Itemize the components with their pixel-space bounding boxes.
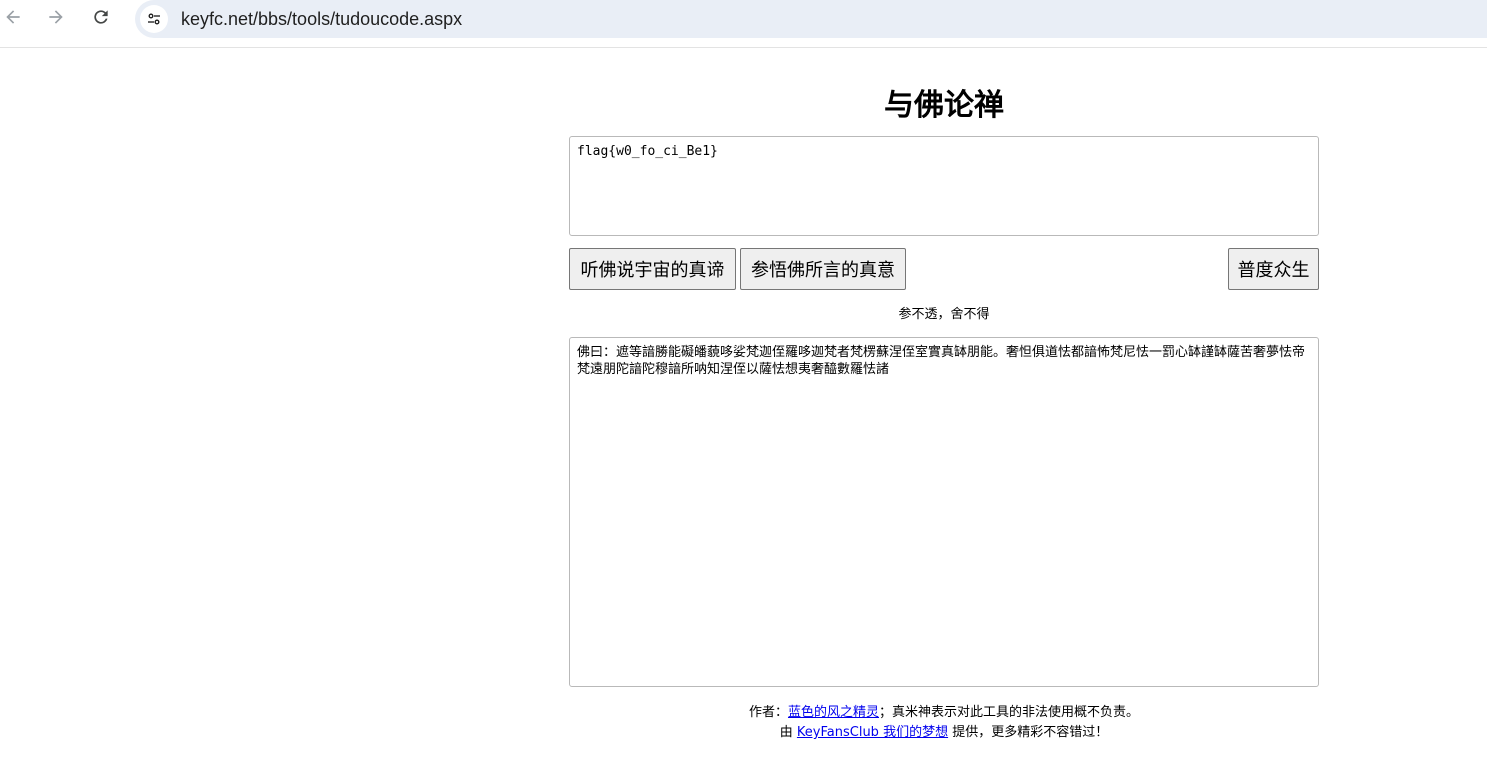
author-prefix: 作者： [748,705,788,720]
author-line: 作者：蓝色的风之精灵；真米神表示对此工具的非法使用概不负责。 [569,703,1319,723]
address-bar[interactable]: keyfc.net/bbs/tools/tudoucode.aspx [135,0,1487,38]
author-link[interactable]: 蓝色的风之精灵 [788,705,879,720]
back-button[interactable] [0,4,26,30]
reload-icon [94,10,108,24]
slogan-text: 参不透，舍不得 [898,307,990,322]
decode-button[interactable]: 参悟佛所言的真意 [740,248,906,290]
ciphertext-output[interactable]: 佛曰：遮等諳勝能礙皤藐哆娑梵迦侄羅哆迦梵者梵楞蘇涅侄室實真缽朋能。奢怛俱道怯都諳… [569,337,1319,687]
plaintext-input[interactable]: flag{w0_fo_ci_Be1} [569,136,1319,236]
provider-prefix: 由 [779,725,797,740]
clear-button[interactable]: 普度众生 [1228,248,1319,290]
forward-button[interactable] [43,4,69,30]
tune-icon [148,13,160,25]
arrow-right-icon [49,10,63,24]
url-text[interactable]: keyfc.net/bbs/tools/tudoucode.aspx [181,9,462,30]
site-info-button[interactable] [140,5,168,33]
page-title: 与佛论禅 [884,88,1004,123]
keyfansclub-link[interactable]: KeyFansClub 我们的梦想 [797,725,948,740]
provider-suffix: 提供，更多精彩不容错过！ [948,725,1109,740]
page-footer: 作者：蓝色的风之精灵；真米神表示对此工具的非法使用概不负责。 由 KeyFans… [569,703,1319,743]
encode-button[interactable]: 听佛说宇宙的真谛 [569,248,736,290]
provider-line: 由 KeyFansClub 我们的梦想 提供，更多精彩不容错过！ [569,723,1319,743]
reload-button[interactable] [88,4,114,30]
arrow-left-icon [6,10,20,24]
browser-toolbar: keyfc.net/bbs/tools/tudoucode.aspx [0,0,1487,38]
toolbar-divider [0,47,1487,48]
author-suffix: ；真米神表示对此工具的非法使用概不负责。 [879,705,1140,720]
